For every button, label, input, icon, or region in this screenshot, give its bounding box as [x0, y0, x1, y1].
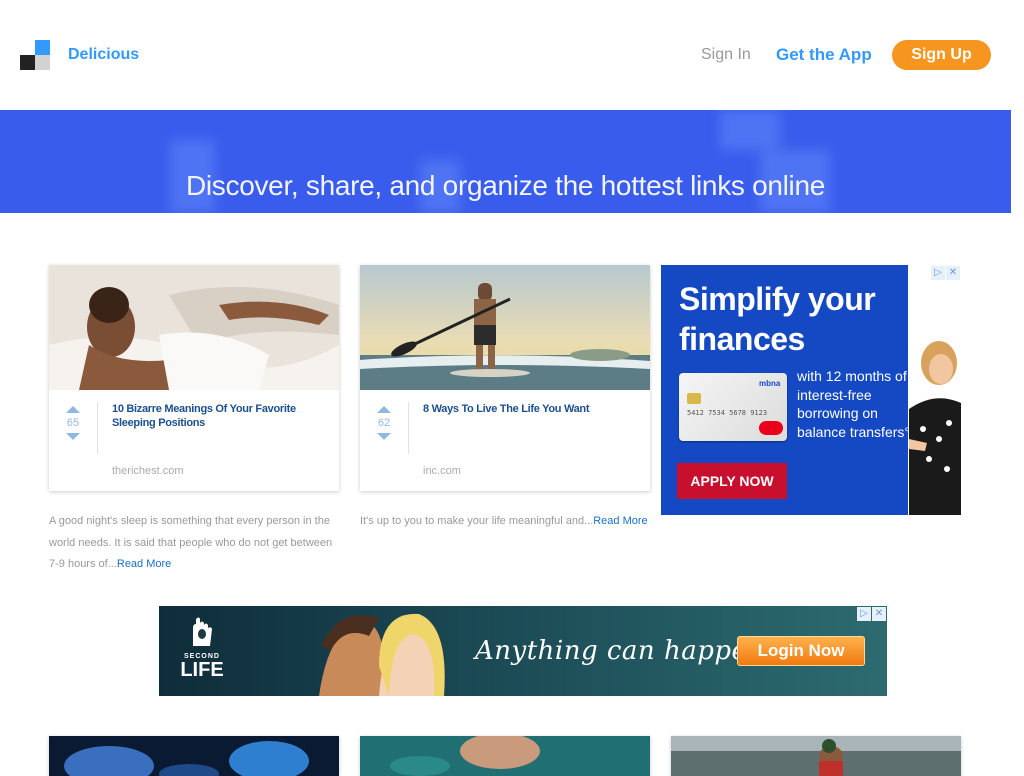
card-chip-icon	[687, 393, 701, 404]
hero-tagline: Discover, share, and organize the hottes…	[185, 170, 826, 201]
brand-name[interactable]: Delicious	[68, 46, 139, 64]
card-image[interactable]	[49, 265, 339, 390]
downvote-arrow-icon[interactable]	[66, 433, 80, 440]
vote-count: 65	[66, 417, 80, 429]
sign-in-link[interactable]: Sign In	[701, 46, 751, 64]
second-life-ad[interactable]: SECOND LIFE Anything can happen... Login…	[159, 606, 887, 696]
hero-banner: Discover, share, and organize the hottes…	[0, 110, 1011, 213]
second-life-logo: SECOND LIFE	[175, 616, 229, 686]
read-more-link[interactable]: Read More	[593, 515, 647, 527]
get-app-link[interactable]: Get the App	[776, 45, 872, 65]
upvote-arrow-icon[interactable]	[66, 406, 80, 413]
hero-decor	[720, 110, 780, 150]
description-text: It's up to you to make your life meaning…	[360, 515, 594, 527]
login-now-button[interactable]: Login Now	[737, 636, 865, 666]
link-card-image[interactable]	[360, 736, 650, 776]
card-domain[interactable]: inc.com	[423, 465, 461, 477]
description-text: A good night's sleep is something that e…	[49, 515, 333, 570]
upvote-arrow-icon[interactable]	[377, 406, 391, 413]
credit-card-image: mbna 5412 7534 5678 9123	[679, 373, 787, 441]
close-ad-icon[interactable]: ✕	[872, 607, 886, 621]
adchoices-icon[interactable]: ▷	[931, 266, 945, 280]
hand-icon	[193, 617, 212, 646]
card-domain[interactable]: therichest.com	[112, 465, 184, 477]
adchoices-icon[interactable]: ▷	[857, 607, 871, 621]
close-ad-icon[interactable]: ✕	[946, 266, 960, 280]
link-card-image[interactable]	[671, 736, 961, 776]
delicious-logo-icon[interactable]	[20, 40, 50, 70]
mbna-ad[interactable]: Simplify your finances mbna 5412 7534 56…	[661, 265, 961, 515]
apply-now-button[interactable]: APPLY NOW	[677, 463, 787, 499]
vote-divider	[408, 402, 409, 454]
mastercard-icon	[759, 421, 783, 435]
ad-headline: Simplify your finances	[679, 281, 876, 357]
downvote-arrow-icon[interactable]	[377, 433, 391, 440]
card-number: 5412 7534 5678 9123	[687, 409, 768, 417]
ad-subtext: with 12 months of interest-free borrowin…	[797, 368, 910, 440]
card-title[interactable]: 8 Ways To Live The Life You Want	[423, 402, 633, 416]
card-brand: mbna	[759, 379, 781, 388]
link-card[interactable]: 65 10 Bizarre Meanings Of Your Favorite …	[49, 265, 339, 491]
logo-line2: LIFE	[180, 659, 224, 681]
sign-up-button[interactable]: Sign Up	[892, 40, 991, 70]
vote-widget: 62	[376, 406, 392, 440]
ad-characters-image	[319, 613, 445, 696]
link-card[interactable]: 62 8 Ways To Live The Life You Want inc.…	[360, 265, 650, 491]
card-description: A good night's sleep is something that e…	[49, 511, 339, 576]
card-description: It's up to you to make your life meaning…	[360, 511, 650, 533]
adchoices-controls: ▷ ✕	[931, 266, 960, 280]
site-header: Delicious Sign In Get the App Sign Up	[0, 0, 1024, 110]
vote-count: 62	[377, 417, 391, 429]
read-more-link[interactable]: Read More	[117, 558, 171, 570]
adchoices-controls: ▷ ✕	[857, 607, 886, 621]
ad-person-image	[909, 341, 961, 515]
card-image[interactable]	[360, 265, 650, 390]
vote-widget: 65	[65, 406, 81, 440]
card-title[interactable]: 10 Bizarre Meanings Of Your Favorite Sle…	[112, 402, 322, 430]
vote-divider	[97, 402, 98, 454]
link-card-image[interactable]	[49, 736, 339, 776]
